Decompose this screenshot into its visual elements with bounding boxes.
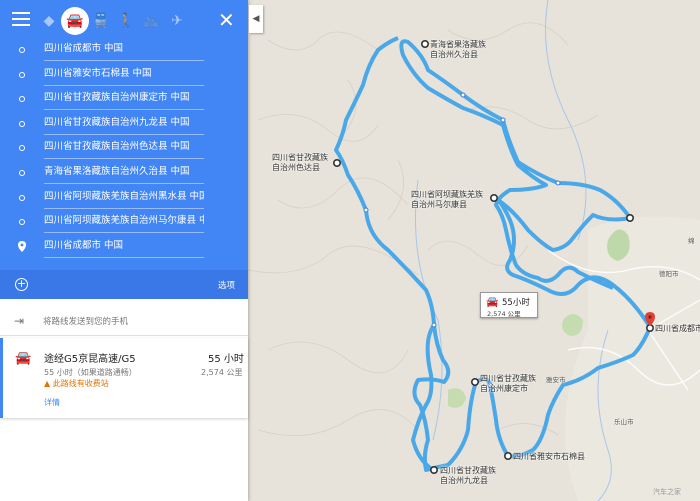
directions-panel: ◆ 🚘 🚆 🚶 🚲 ✈ ✕ 四川省成都市 中国 四川省雅安市石棉县 中国 四川省…: [0, 0, 248, 501]
stop-input[interactable]: 四川省甘孜藏族自治州九龙县 中国: [44, 115, 204, 135]
add-icon[interactable]: +: [15, 278, 28, 291]
map-label-jiuzhi: 青海省果洛藏族 自治州久治县: [430, 40, 486, 59]
toll-warning-text: 此路线有收费站: [52, 379, 109, 388]
map-label-kangding: 四川省甘孜藏族 自治州康定市: [480, 374, 536, 393]
waypoint-dot-icon: [19, 71, 25, 78]
map-view[interactable]: 青海省果洛藏族 自治州久治县 四川省甘孜藏族 自治州色达县 四川省阿坝藏族羌族 自治州…: [247, 0, 700, 501]
route-via: 途经G5京昆高速/G5: [44, 354, 136, 365]
stop-item[interactable]: 青海省果洛藏族自治州久治县 中国: [0, 161, 248, 186]
send-to-phone-label: 将路线发送到您的手机: [43, 317, 129, 327]
walk-icon[interactable]: 🚶: [112, 7, 140, 35]
route-distance: 2,574 公里: [487, 310, 521, 318]
waypoint-dot-icon: [19, 219, 25, 226]
stop-item[interactable]: 四川省阿坝藏族羌族自治州黑水县 中国: [0, 186, 248, 211]
city-label: 乐山市: [614, 418, 634, 426]
route-info-box[interactable]: 🚘 55小时 2,574 公里: [480, 292, 538, 318]
toll-warning: ▲ 此路线有收费站: [44, 378, 109, 389]
stop-input[interactable]: 四川省成都市 中国: [44, 238, 204, 258]
menu-icon[interactable]: [12, 12, 30, 28]
waypoint-dot-icon: [19, 120, 25, 127]
map-label-shimian: 四川省雅安市石棉县: [513, 452, 585, 461]
city-label: 德阳市: [659, 270, 679, 278]
options-button[interactable]: 选项: [218, 279, 235, 291]
route-option-card[interactable]: 🚘 途经G5京昆高速/G5 55 小时 55 小时（如果道路通畅） 2,574 …: [0, 338, 248, 418]
stop-item[interactable]: 四川省甘孜藏族自治州九龙县 中国: [0, 112, 248, 137]
stop-item[interactable]: 四川省成都市 中国: [0, 235, 248, 260]
route-duration: 55 小时: [208, 354, 244, 365]
stop-input[interactable]: 四川省甘孜藏族自治州色达县 中国: [44, 139, 204, 160]
map-label-seda: 四川省甘孜藏族 自治州色达县: [272, 153, 328, 172]
send-to-phone-icon: ⇥: [14, 314, 25, 328]
stop-item[interactable]: 四川省成都市 中国: [0, 38, 248, 63]
car-icon[interactable]: 🚘: [61, 7, 89, 35]
warning-icon: ▲: [44, 379, 53, 388]
stop-input[interactable]: 青海省果洛藏族自治州久治县 中国: [44, 164, 204, 184]
waypoint-dot-icon: [19, 96, 25, 103]
car-icon: 🚘: [486, 297, 499, 308]
map-label-jiulong: 四川省甘孜藏族 自治州九龙县: [440, 466, 496, 485]
send-to-phone-row[interactable]: ⇥ 将路线发送到您的手机: [0, 306, 248, 336]
stop-input[interactable]: 四川省阿坝藏族羌族自治州黑水县 中国: [44, 189, 204, 209]
stop-item[interactable]: 四川省雅安市石棉县 中国: [0, 63, 248, 88]
route-distance: 2,574 公里: [201, 368, 243, 377]
travel-mode-bar: ◆ 🚘 🚆 🚶 🚲 ✈ ✕: [0, 0, 248, 42]
stop-input[interactable]: 四川省阿坝藏族羌族自治州马尔康县 中国: [44, 213, 204, 234]
origin-dot-icon: [19, 47, 25, 53]
bike-icon[interactable]: 🚲: [137, 7, 165, 35]
waypoint-dot-icon: [19, 169, 25, 176]
route-duration: 55小时: [502, 298, 530, 308]
stops-list: 四川省成都市 中国 四川省雅安市石棉县 中国 四川省甘孜藏族自治州康定市 中国 …: [0, 38, 248, 259]
stop-input[interactable]: 四川省甘孜藏族自治州康定市 中国: [44, 90, 204, 111]
plane-icon[interactable]: ✈: [163, 7, 191, 35]
stop-item[interactable]: 四川省阿坝藏族羌族自治州马尔康县 中国: [0, 210, 248, 235]
close-icon[interactable]: ✕: [218, 8, 235, 32]
add-destination-row[interactable]: + 选项: [0, 270, 248, 299]
route-traffic-note: 55 小时（如果道路通畅）: [44, 368, 137, 377]
city-label: 绵: [688, 237, 695, 245]
watermark: 汽车之家: [653, 488, 681, 496]
waypoint-dot-icon: [19, 194, 25, 201]
waypoint-dot-icon: [19, 145, 25, 152]
stop-item[interactable]: 四川省甘孜藏族自治州康定市 中国: [0, 87, 248, 112]
car-icon: 🚘: [15, 351, 32, 366]
map-label-maerkang: 四川省阿坝藏族羌族 自治州马尔康县: [411, 190, 483, 209]
stop-item[interactable]: 四川省甘孜藏族自治州色达县 中国: [0, 136, 248, 161]
stop-input[interactable]: 四川省雅安市石棉县 中国: [44, 66, 204, 86]
map-label-chengdu: 四川省成都市: [655, 324, 700, 333]
details-link[interactable]: 详情: [44, 397, 60, 408]
city-label: 雅安市: [546, 376, 566, 384]
train-icon[interactable]: 🚆: [87, 7, 115, 35]
stop-input[interactable]: 四川省成都市 中国: [44, 41, 204, 61]
diamond-route-icon[interactable]: ◆: [35, 7, 63, 35]
directions-header: ◆ 🚘 🚆 🚶 🚲 ✈ ✕ 四川省成都市 中国 四川省雅安市石棉县 中国 四川省…: [0, 0, 248, 299]
collapse-panel-button[interactable]: ◀: [249, 5, 263, 33]
destination-pin-icon: [18, 240, 26, 252]
